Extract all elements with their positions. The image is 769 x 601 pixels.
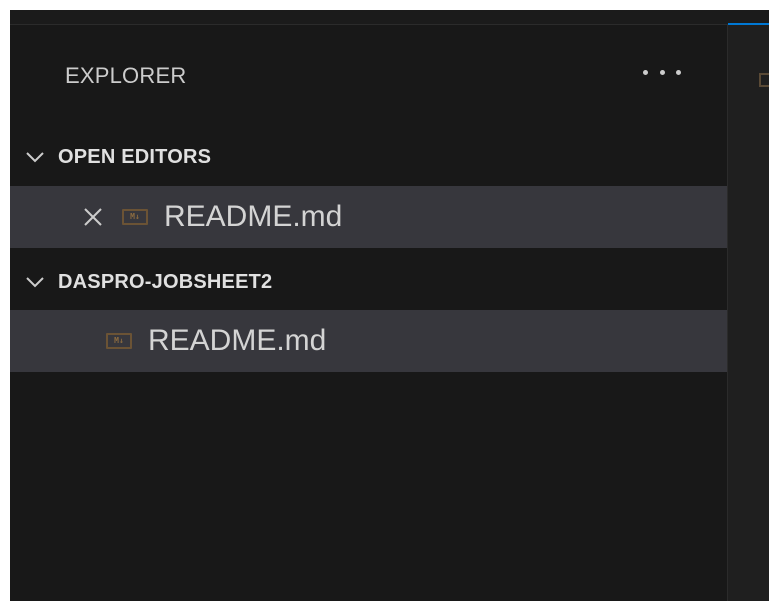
explorer-header: EXPLORER: [10, 25, 727, 120]
workspace-label: DASPRO-JOBSHEET2: [58, 270, 273, 293]
markdown-icon: M↓: [106, 333, 132, 349]
workspace-file-readme[interactable]: M↓ README.md: [10, 310, 727, 372]
active-tab-indicator: [728, 23, 769, 25]
open-editor-file-label: README.md: [164, 200, 343, 233]
workspace-file-label: README.md: [148, 324, 327, 357]
ellipsis-icon[interactable]: [643, 65, 681, 79]
open-editor-item-readme[interactable]: M↓ README.md: [10, 186, 727, 248]
workspace-section-header[interactable]: DASPRO-JOBSHEET2: [10, 259, 727, 305]
explorer-title: EXPLORER: [65, 63, 187, 88]
chevron-down-icon: [20, 267, 50, 297]
explorer-sidebar: EXPLORER OPEN EDITORS M↓ README.md DASPR…: [10, 25, 727, 601]
close-icon[interactable]: [81, 205, 105, 229]
open-editors-section-header[interactable]: OPEN EDITORS: [10, 134, 727, 180]
vscode-window: EXPLORER OPEN EDITORS M↓ README.md DASPR…: [10, 10, 769, 601]
open-editors-label: OPEN EDITORS: [58, 145, 212, 168]
editor-area: [727, 23, 769, 601]
markdown-icon: M↓: [122, 209, 148, 225]
markdown-icon[interactable]: [759, 73, 769, 87]
title-bar: [10, 10, 769, 25]
chevron-down-icon: [20, 142, 50, 172]
